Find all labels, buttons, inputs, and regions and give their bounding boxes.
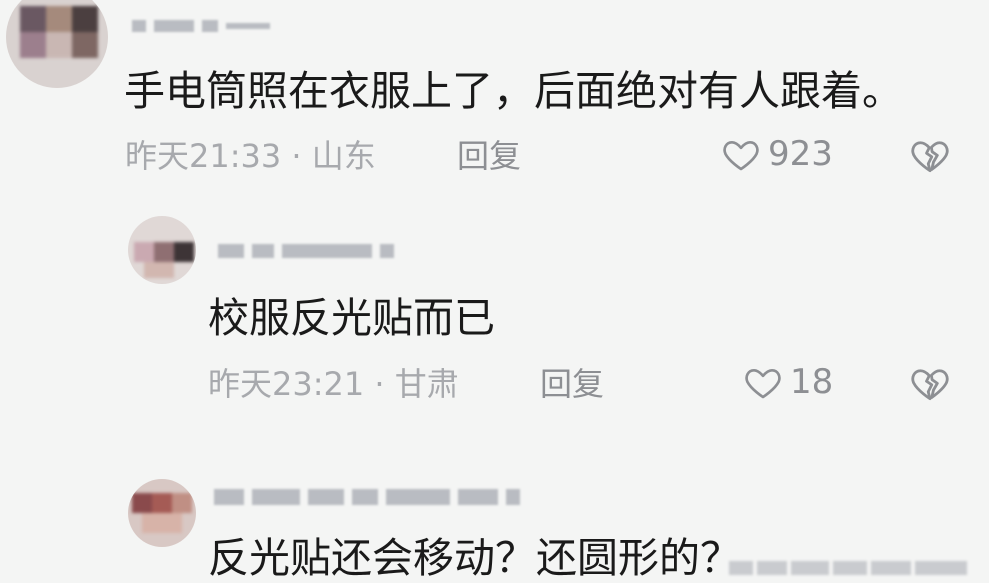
dislike-button[interactable]: [908, 134, 952, 180]
comment-text: 校服反光贴而已: [208, 294, 495, 342]
comment-2: 校服反光贴而已 昨天23:21 · 甘肃 回复 18: [0, 200, 989, 430]
avatar[interactable]: [6, 0, 108, 88]
username-blurred[interactable]: [132, 20, 270, 32]
avatar[interactable]: [128, 216, 196, 284]
reply-button[interactable]: 回复: [457, 136, 521, 176]
username-blurred[interactable]: [214, 489, 520, 505]
dislike-button[interactable]: [908, 362, 952, 408]
comment-meta: 昨天23:21 · 甘肃: [208, 365, 459, 403]
like-button[interactable]: 923: [720, 134, 833, 174]
comment-meta: 昨天21:33 · 山东: [125, 137, 376, 175]
watermark-blurred: [729, 555, 989, 581]
heart-outline-icon: [745, 369, 781, 399]
comment-text: 反光贴还会移动？还圆形的？: [208, 534, 741, 582]
like-button[interactable]: 18: [742, 362, 833, 402]
like-count: 18: [790, 362, 834, 402]
comment-1: 手电筒照在衣服上了，后面绝对有人跟着。 昨天21:33 · 山东 回复 923: [0, 0, 989, 200]
avatar-image: [6, 0, 108, 88]
avatar-image: [128, 479, 196, 547]
avatar[interactable]: [128, 479, 196, 547]
like-count: 923: [768, 134, 833, 174]
heart-outline-icon: [723, 141, 759, 171]
comment-text: 手电筒照在衣服上了，后面绝对有人跟着。: [124, 67, 903, 115]
username-blurred[interactable]: [218, 244, 394, 258]
broken-heart-icon: [911, 141, 949, 173]
avatar-image: [128, 216, 196, 284]
reply-button[interactable]: 回复: [540, 364, 604, 404]
broken-heart-icon: [911, 369, 949, 401]
